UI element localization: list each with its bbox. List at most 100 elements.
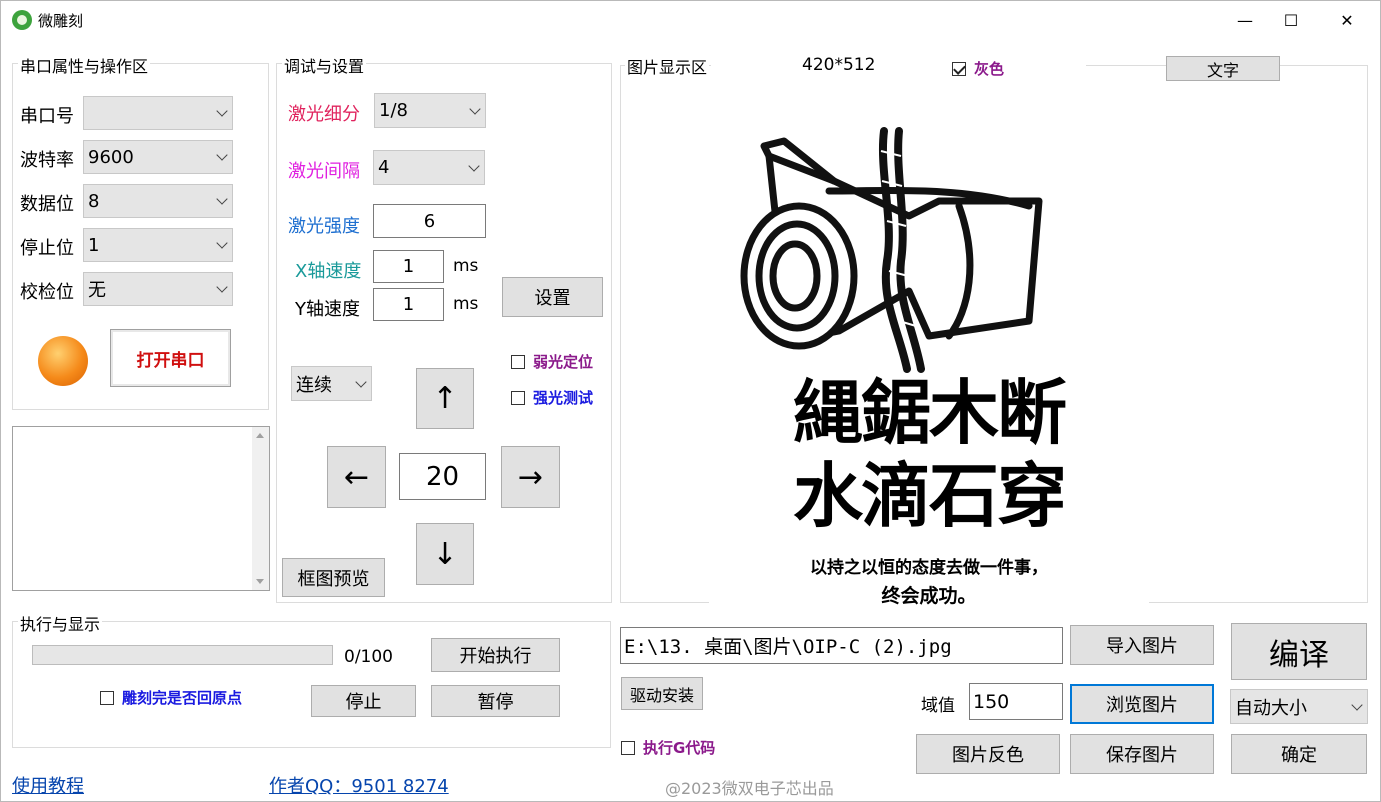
return-origin-checkbox[interactable]: 雕刻完是否回原点: [100, 687, 242, 708]
chevron-down-icon: [355, 375, 367, 388]
subdivision-label: 激光细分: [288, 104, 360, 125]
chevron-down-icon: [216, 149, 228, 161]
scroll-down-icon[interactable]: [256, 579, 264, 584]
author-qq-link[interactable]: 作者QQ：9501 8274: [269, 772, 449, 798]
databits-select[interactable]: 8: [83, 184, 233, 218]
y-speed-label: Y轴速度: [295, 299, 360, 320]
app-window: 微雕刻 — ☐ ✕ 串口属性与操作区 串口号 波特率 9600 数据位 8 停止…: [0, 0, 1381, 802]
step-input[interactable]: 20: [399, 453, 486, 500]
arrow-left-icon: ←: [343, 459, 370, 495]
mode-value: 连续: [296, 374, 332, 396]
chevron-down-icon: [216, 237, 228, 249]
parity-label: 校检位: [20, 282, 74, 303]
stop-button[interactable]: 停止: [311, 685, 416, 717]
interval-select[interactable]: 4: [373, 150, 485, 185]
move-right-button[interactable]: →: [501, 446, 560, 508]
parity-value: 无: [88, 280, 106, 301]
y-speed-unit: ms: [453, 294, 479, 314]
text-button[interactable]: 文字: [1166, 56, 1280, 81]
stopbits-select[interactable]: 1: [83, 228, 233, 262]
maximize-button[interactable]: ☐: [1268, 1, 1314, 39]
port-select[interactable]: [83, 96, 233, 130]
image-preview: 縄鋸木断 水滴石穿 以持之以恒的态度去做一件事， 终会成功。: [709, 111, 1149, 607]
size-select[interactable]: 自动大小: [1230, 689, 1368, 724]
checkbox-box[interactable]: [952, 61, 966, 76]
pause-button[interactable]: 暂停: [431, 685, 560, 717]
gcode-checkbox[interactable]: 执行G代码: [621, 737, 715, 758]
window-title: 微雕刻: [38, 12, 84, 30]
x-speed-unit: ms: [453, 256, 479, 276]
size-value: 自动大小: [1235, 697, 1307, 719]
chevron-down-icon: [469, 102, 481, 115]
mode-select[interactable]: 连续: [291, 366, 372, 401]
compile-button[interactable]: 编译: [1231, 623, 1367, 680]
image-size-label: 420*512: [802, 55, 876, 75]
chevron-down-icon: [468, 159, 480, 172]
art-line-1: 縄鋸木断: [793, 371, 1067, 454]
import-image-button[interactable]: 导入图片: [1070, 625, 1214, 665]
close-button[interactable]: ✕: [1324, 1, 1370, 39]
strong-test-label: 强光测试: [533, 389, 594, 407]
subdivision-select[interactable]: 1/8: [374, 93, 486, 128]
move-up-button[interactable]: ↑: [416, 368, 474, 429]
x-speed-label: X轴速度: [295, 261, 362, 282]
databits-label: 数据位: [20, 194, 74, 215]
driver-install-button[interactable]: 驱动安装: [621, 677, 703, 710]
return-origin-label: 雕刻完是否回原点: [122, 689, 243, 707]
strength-input[interactable]: 6: [373, 204, 486, 238]
stopbits-label: 停止位: [20, 238, 74, 259]
file-path-input[interactable]: E:\13. 桌面\图片\OIP-C (2).jpg: [620, 627, 1063, 664]
port-label: 串口号: [20, 106, 74, 127]
scroll-up-icon[interactable]: [256, 433, 264, 438]
start-button[interactable]: 开始执行: [431, 638, 560, 672]
chevron-down-icon: [1351, 698, 1363, 711]
save-image-button[interactable]: 保存图片: [1070, 734, 1214, 774]
weak-locate-label: 弱光定位: [533, 353, 594, 371]
baud-value: 9600: [88, 146, 134, 168]
art-line-2: 水滴石穿: [793, 454, 1067, 537]
tutorial-link[interactable]: 使用教程: [12, 772, 84, 798]
watermark-text: @2023微双电子芯出品: [665, 779, 834, 798]
title-bar: 微雕刻 — ☐ ✕: [1, 1, 1380, 39]
checkbox-box[interactable]: [511, 354, 525, 369]
arrow-down-icon: ↓: [432, 536, 458, 572]
minimize-button[interactable]: —: [1222, 1, 1268, 39]
subdivision-value: 1/8: [379, 100, 408, 121]
baud-select[interactable]: 9600: [83, 140, 233, 174]
checkbox-box[interactable]: [621, 740, 635, 755]
stopbits-value: 1: [88, 234, 100, 256]
log-textarea[interactable]: [12, 426, 270, 591]
threshold-input[interactable]: 150: [969, 683, 1063, 720]
checkbox-box[interactable]: [100, 690, 114, 705]
arrow-up-icon: ↑: [432, 381, 458, 416]
parity-select[interactable]: 无: [83, 272, 233, 306]
log-scrollbar[interactable]: [252, 427, 269, 590]
frame-preview-button[interactable]: 框图预览: [282, 558, 385, 597]
chevron-down-icon: [216, 105, 228, 117]
art-caption-1: 以持之以恒的态度去做一件事，: [810, 558, 1048, 578]
move-left-button[interactable]: ←: [327, 446, 386, 508]
log-illustration: [740, 127, 1043, 373]
set-button[interactable]: 设置: [502, 277, 603, 317]
databits-value: 8: [88, 190, 100, 212]
strong-test-checkbox[interactable]: 强光测试: [511, 387, 593, 408]
progress-bar: [32, 645, 333, 665]
baud-label: 波特率: [20, 150, 74, 171]
checkbox-box[interactable]: [511, 390, 525, 405]
debug-group-title: 调试与设置: [282, 53, 367, 77]
move-down-button[interactable]: ↓: [416, 523, 474, 585]
gray-checkbox[interactable]: 灰色: [952, 58, 1004, 79]
confirm-button[interactable]: 确定: [1231, 734, 1367, 774]
port-status-indicator: [38, 336, 88, 386]
image-group-title: 图片显示区: [625, 54, 710, 78]
browse-image-button[interactable]: 浏览图片: [1070, 684, 1214, 724]
open-port-button[interactable]: 打开串口: [110, 329, 231, 387]
weak-locate-checkbox[interactable]: 弱光定位: [511, 351, 593, 372]
strength-label: 激光强度: [288, 216, 360, 237]
exec-group-title: 执行与显示: [18, 611, 103, 635]
invert-image-button[interactable]: 图片反色: [916, 734, 1060, 774]
y-speed-input[interactable]: 1: [373, 288, 444, 321]
image-header-strip: [711, 53, 1086, 79]
serial-group-title: 串口属性与操作区: [18, 53, 151, 77]
x-speed-input[interactable]: 1: [373, 250, 444, 283]
